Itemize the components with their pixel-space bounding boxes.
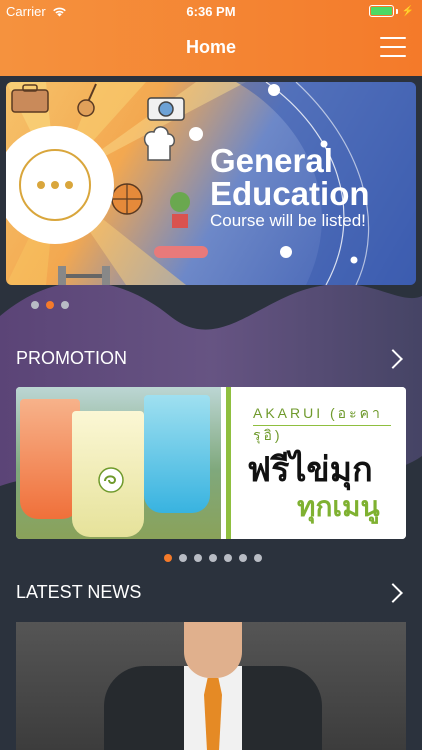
suitcase-icon [11, 84, 49, 113]
hamburger-menu-icon[interactable] [380, 36, 406, 58]
banner-page-indicator[interactable] [31, 301, 69, 309]
page-dot[interactable] [164, 554, 172, 562]
page-title: Home [185, 37, 236, 57]
promotion-divider [253, 425, 391, 426]
basketball-icon [111, 183, 143, 215]
charging-bolt-icon: ⚡ [401, 5, 414, 17]
person-photo-tie [204, 678, 222, 750]
blue-drink-cup [144, 395, 210, 513]
promotion-text: AKARUI (อะคารุอิ) ฟรีไข่มุก ทุกเมนู [226, 387, 406, 539]
dumbbell-icon [58, 266, 110, 285]
navigation-header: Carrier 6:36 PM ⚡ Home [0, 0, 422, 76]
home-content[interactable]: General Education Course will be listed!… [0, 76, 422, 750]
banner-title: General Education [210, 142, 370, 212]
course-banner[interactable]: General Education Course will be listed! [6, 82, 416, 285]
page-dot[interactable] [194, 554, 202, 562]
guitar-icon [77, 83, 97, 117]
page-dot[interactable] [224, 554, 232, 562]
news-card[interactable] [16, 622, 406, 750]
promotion-card[interactable]: AKARUI (อะคารุอิ) ฟรีไข่มุก ทุกเมนู [16, 387, 406, 539]
promotion-heading: PROMOTION [16, 348, 127, 368]
chef-hat-icon [143, 126, 175, 161]
page-dot[interactable] [254, 554, 262, 562]
latest-news-heading: LATEST NEWS [16, 582, 142, 602]
page-dot[interactable] [239, 554, 247, 562]
akarui-logo-icon [98, 467, 124, 493]
camera-icon [147, 97, 185, 121]
yoga-mat-icon [154, 246, 208, 258]
news-chevron-right-icon[interactable] [383, 583, 403, 603]
ellipsis-icon [19, 149, 91, 221]
page-dot[interactable] [179, 554, 187, 562]
promotion-subheadline: ทุกเมนู [297, 491, 380, 522]
page-dot[interactable] [46, 301, 54, 309]
promotion-page-indicator[interactable] [164, 554, 262, 562]
page-dot[interactable] [209, 554, 217, 562]
battery-icon: ⚡ [368, 5, 414, 17]
orange-drink-cup [20, 399, 80, 519]
status-time: 6:36 PM [186, 4, 236, 19]
plant-icon [170, 192, 190, 228]
banner-subtitle: Course will be listed! [210, 211, 366, 230]
drinks-photo [16, 387, 221, 539]
status-bar: Carrier 6:36 PM ⚡ [0, 0, 422, 22]
page-dot[interactable] [61, 301, 69, 309]
page-dot[interactable] [31, 301, 39, 309]
person-photo-head [184, 622, 242, 678]
